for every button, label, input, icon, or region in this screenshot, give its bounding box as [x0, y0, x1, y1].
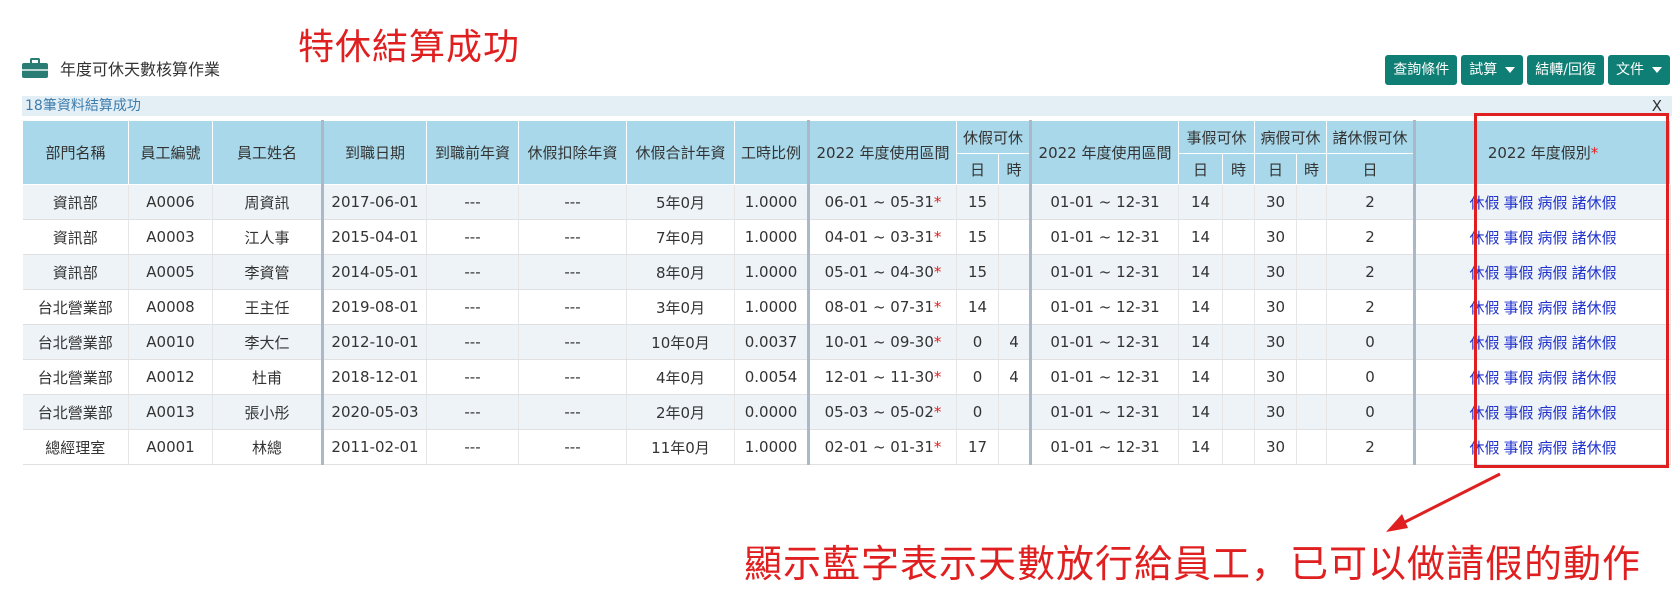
annotation-note: 顯示藍字表示天數放行給員工，已可以做請假的動作	[744, 542, 1642, 586]
annotation-arrow	[1386, 472, 1501, 532]
